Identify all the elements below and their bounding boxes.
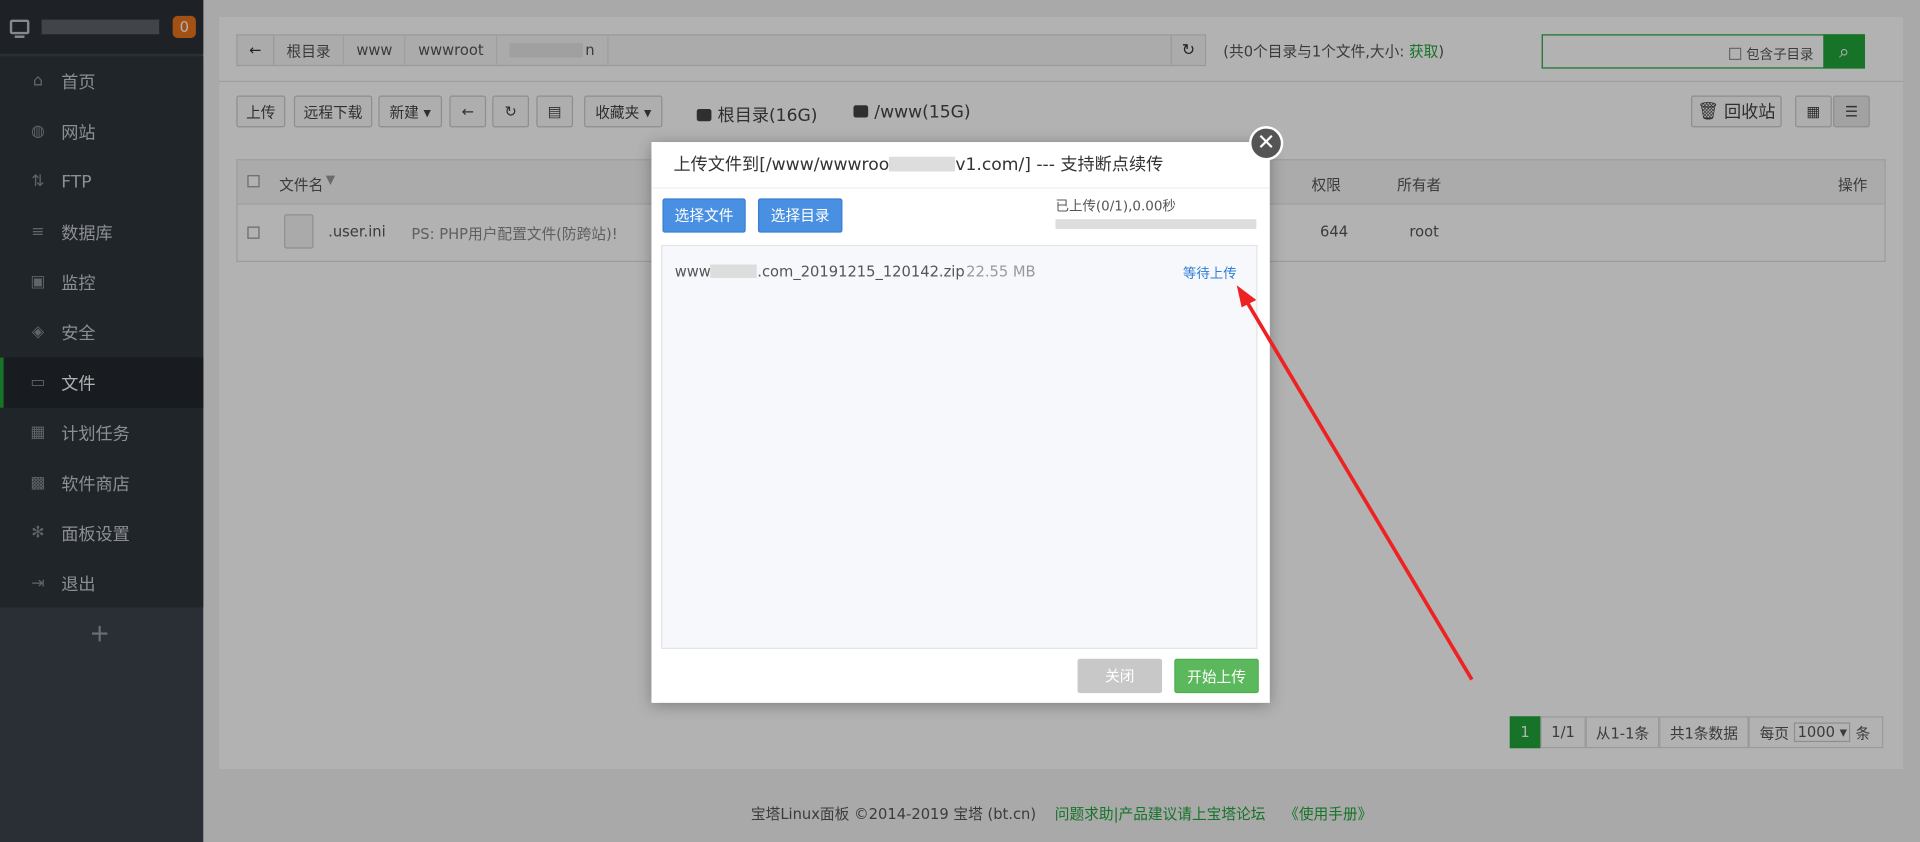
progress-bar — [1055, 219, 1257, 229]
dialog-title-start: 上传文件到[/www/wwwroo — [673, 155, 890, 176]
upload-status: 等待上传 — [1182, 265, 1237, 282]
upload-file-name-start: www — [674, 263, 711, 281]
upload-progress: 已上传(0/1),0.00秒 — [1055, 196, 1257, 229]
start-upload-button[interactable]: 开始上传 — [1174, 658, 1259, 694]
masked-path — [889, 156, 956, 172]
dialog-title: 上传文件到[/www/wwwroo v1.com/] --- 支持断点续传 — [651, 142, 1270, 189]
select-directory-button[interactable]: 选择目录 — [757, 198, 843, 233]
page: 0 ⌂ 首页 ◍ 网站 ⇅ FTP ≡ 数据库 ▣ 监控 ◈ 安全 ▭ 文件 ▦ 计划任务 ▩ 软件商店 ✻ 面板设置… — [0, 0, 1920, 842]
select-file-button[interactable]: 选择文件 — [662, 198, 746, 233]
progress-text: 已上传(0/1),0.00秒 — [1055, 198, 1176, 215]
upload-file-name-end: .com_20191215_120142.zip — [757, 263, 965, 281]
masked-file-part — [710, 264, 758, 278]
upload-file-size: 22.55 MB — [966, 263, 1036, 281]
dialog-title-end: v1.com/] --- 支持断点续传 — [955, 155, 1164, 176]
close-icon[interactable]: ✕ — [1248, 126, 1284, 161]
close-button[interactable]: 关闭 — [1077, 658, 1163, 694]
upload-file-name: www .com_20191215_120142.zip — [675, 263, 965, 280]
upload-dialog: 上传文件到[/www/wwwroo v1.com/] --- 支持断点续传 选择文… — [651, 142, 1270, 703]
upload-file-list: www .com_20191215_120142.zip 22.55 MB 等待上… — [661, 244, 1258, 649]
